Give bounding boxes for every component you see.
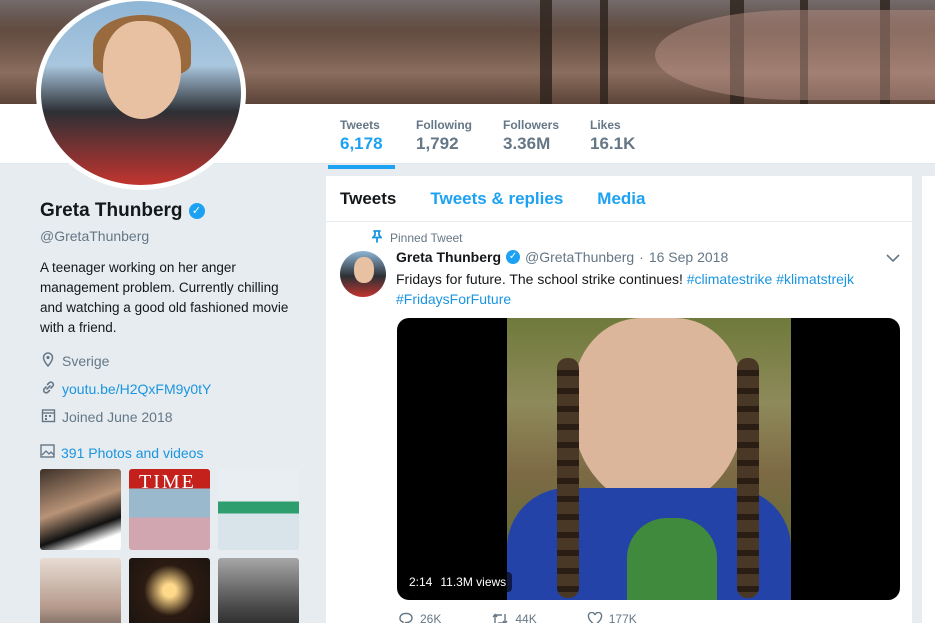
photos-videos-label: 391 Photos and videos [61,444,204,461]
calendar-icon [40,408,56,426]
tweet-avatar-face [354,257,374,283]
hashtag-link[interactable]: #klimatstrejk [776,271,854,287]
reply-button[interactable]: 26K [398,612,441,623]
profile-bio: A teenager working on her anger manageme… [40,260,289,335]
hashtag-link[interactable]: #climatestrike [687,271,773,287]
pinned-text: Pinned Tweet [390,231,463,245]
media-thumbnail[interactable] [218,558,299,623]
tweet-body: Fridays for future. The school strike co… [396,271,683,287]
stat-label: Likes [590,118,621,132]
media-thumbnail[interactable] [218,469,299,550]
banner-tree [540,0,552,104]
retweet-button[interactable]: 44K [491,612,537,623]
stat-label: Followers [503,118,560,132]
video-braid [737,358,759,598]
profile-sidebar: Greta Thunberg ✓ @GretaThunberg A teenag… [40,200,310,623]
stat-value: 1,792 [416,134,459,153]
tab-tweets-replies[interactable]: Tweets & replies [430,189,563,209]
location-pin-icon [40,352,56,370]
stat-following[interactable]: Following 1,792 [416,118,472,154]
name-row: Greta Thunberg ✓ [40,200,310,222]
media-grid: TIME [40,469,310,623]
tab-media[interactable]: Media [597,189,645,209]
retweet-icon [492,613,508,623]
tweet-handle[interactable]: @GretaThunberg [525,249,634,265]
hashtag-link[interactable]: #FridaysForFuture [396,291,511,307]
media-thumbnail[interactable] [40,558,121,623]
like-button[interactable]: 177K [587,612,637,623]
profile-name[interactable]: Greta Thunberg [40,200,183,222]
profile-avatar[interactable] [36,0,246,190]
heart-icon [587,612,602,623]
tweet-date[interactable]: 16 Sep 2018 [649,249,728,265]
chevron-down-icon[interactable] [886,251,900,266]
stat-label: Tweets [340,118,380,132]
verified-badge-icon: ✓ [506,250,521,264]
profile-handle[interactable]: @GretaThunberg [40,228,310,244]
tweet-avatar[interactable] [340,251,386,297]
link-icon [40,380,56,398]
tweet-author[interactable]: Greta Thunberg [396,249,501,265]
media-thumbnail[interactable] [40,469,121,550]
right-column [922,176,935,623]
joined-text: Joined June 2018 [62,409,173,425]
profile-link[interactable]: youtu.be/H2QxFM9y0tY [40,380,310,398]
tweet-video[interactable]: 2:14 11.3M views [397,318,900,600]
tab-tweets[interactable]: Tweets [340,189,396,209]
profile-website-link[interactable]: youtu.be/H2QxFM9y0tY [62,381,211,397]
video-views: 11.3M views [440,575,507,589]
photos-videos-link[interactable]: 391 Photos and videos [40,444,310,461]
video-face [573,318,743,508]
video-info-badge: 2:14 11.3M views [403,572,513,592]
timeline: Tweets Tweets & replies Media Pinned Twe… [326,176,912,623]
avatar-image [41,1,241,185]
video-duration: 2:14 [409,575,433,589]
retweet-count: 44K [515,612,537,623]
tweet-separator: · [639,249,644,265]
like-count: 177K [608,612,637,623]
stat-value: 16.1K [590,134,636,153]
image-icon [40,444,55,461]
timeline-tabs: Tweets Tweets & replies Media [326,176,912,222]
pinned-label: Pinned Tweet [371,230,463,246]
avatar-face [103,21,181,119]
stat-value: 3.36M [503,134,551,153]
stat-likes[interactable]: Likes 16.1K [590,118,635,154]
stat-followers[interactable]: Followers 3.36M [503,118,559,154]
profile-location: Sverige [40,352,310,370]
profile-joined: Joined June 2018 [40,408,310,426]
thumbnail-text: TIME [139,471,196,493]
pin-icon [371,230,383,246]
video-braid [557,358,579,598]
video-collar [627,518,717,600]
media-thumbnail[interactable] [129,558,210,623]
tweet-header: Greta Thunberg ✓ @GretaThunberg · 16 Sep… [396,249,728,265]
verified-badge-icon: ✓ [188,203,205,219]
reply-count: 26K [420,612,442,623]
tweet-actions: 26K 44K 177K [398,612,637,623]
tweet-text: Fridays for future. The school strike co… [396,269,876,309]
stat-tweets[interactable]: Tweets 6,178 [328,118,394,169]
reply-icon [399,612,413,623]
media-thumbnail[interactable]: TIME [129,469,210,550]
stat-value: 6,178 [340,134,383,153]
stat-label: Following [416,118,472,132]
banner-tree [600,0,608,104]
banner-path [655,10,935,100]
location-text: Sverige [62,353,110,369]
